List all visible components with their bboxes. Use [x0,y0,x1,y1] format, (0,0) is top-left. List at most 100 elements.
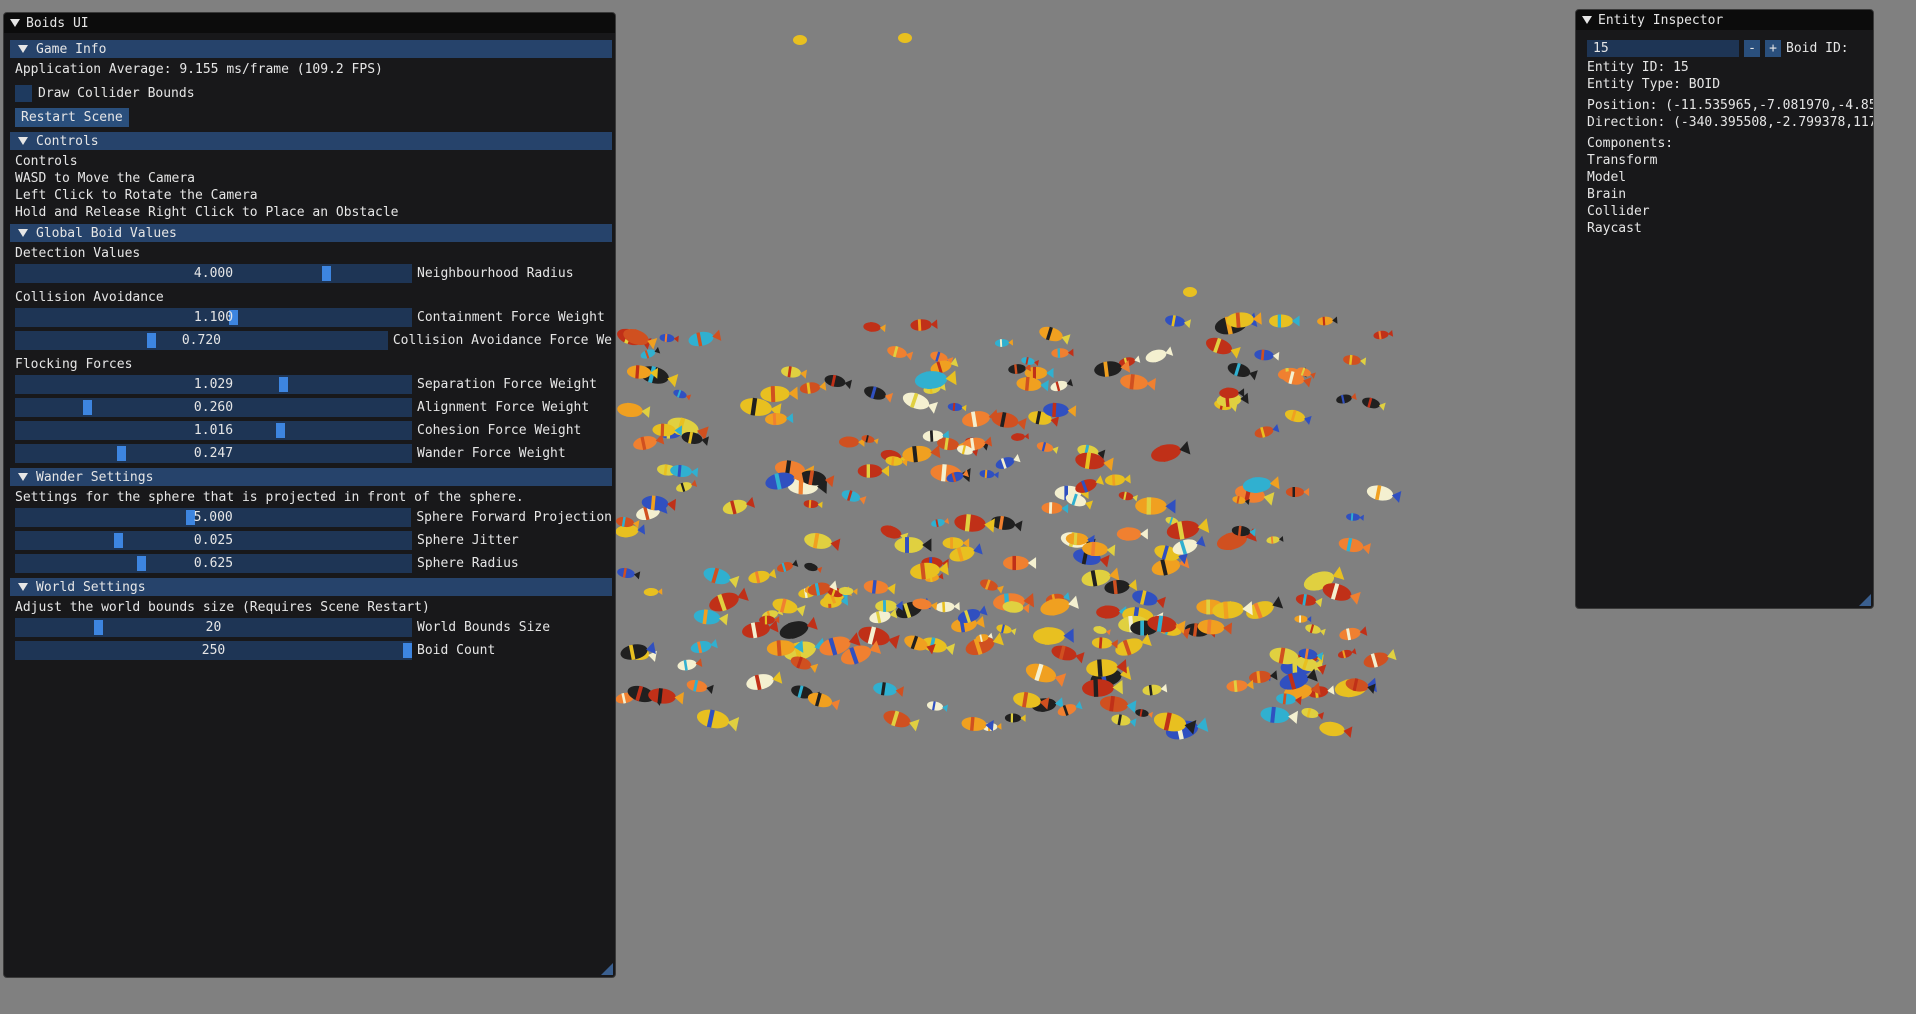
sphere-jitter-slider[interactable]: 0.025 [15,531,412,550]
sphere-forward-slider[interactable]: 5.000 [15,508,412,527]
boid-fish [898,33,912,43]
boid-fish [1305,624,1326,636]
slider-grab[interactable] [94,620,103,635]
sphere-radius-slider[interactable]: 0.625 [15,554,412,573]
boid-fish [777,559,799,572]
slider-grab[interactable] [83,400,92,415]
boid-fish [1339,626,1368,641]
collapse-arrow-icon[interactable] [10,19,20,27]
draw-collider-label: Draw Collider Bounds [38,85,195,101]
boid-fish [1111,714,1137,727]
cohesion-force-slider[interactable]: 1.016 [15,421,412,440]
collision-avoidance-row: 0.720 Collision Avoidance Force We [10,329,612,352]
boid-fish [954,514,995,533]
inspector-titlebar[interactable]: Entity Inspector [1576,10,1873,30]
component-item: Collider [1587,204,1650,219]
boid-fish [1242,476,1280,494]
slider-label: Sphere Jitter [417,533,519,548]
boid-fish [996,624,1017,636]
slider-grab[interactable] [403,643,412,658]
boid-fish [673,389,692,401]
slider-grab[interactable] [322,266,331,281]
slider-label: Cohesion Force Weight [417,423,582,438]
boid-fish [1338,537,1371,555]
boid-fish [1104,579,1138,595]
wander-force-slider[interactable]: 0.247 [15,444,412,463]
boid-fish [781,366,807,379]
boid-fish [1025,663,1067,687]
boid-fish [873,682,904,697]
slider-grab[interactable] [137,556,146,571]
boids-ui-titlebar[interactable]: Boids UI [4,13,615,33]
boid-fish [1343,354,1367,366]
world-settings-header[interactable]: World Settings [10,578,612,596]
slider-grab[interactable] [147,333,156,348]
boid-id-input[interactable]: 15 [1587,39,1739,57]
boid-fish [1135,497,1176,515]
boid-fish [1319,721,1353,738]
slider-grab[interactable] [117,446,126,461]
boid-fish [760,386,798,403]
world-bounds-slider[interactable]: 20 [15,618,412,637]
boid-fish [1099,695,1137,714]
alignment-row: 0.260 Alignment Force Weight [10,396,612,419]
resize-grip-icon[interactable] [601,963,613,975]
boid-fish [887,346,914,361]
slider-grab[interactable] [276,423,285,438]
boid-fish [1105,474,1131,486]
controls-line: Controls [15,154,78,169]
boid-fish [1227,362,1258,381]
component-item: Raycast [1587,221,1642,236]
decrement-button[interactable]: - [1744,39,1760,57]
game-info-header[interactable]: Game Info [10,40,612,58]
resize-grip-icon[interactable] [1859,594,1871,606]
slider-value: 0.260 [193,400,234,415]
slider-value: 0.720 [181,333,221,348]
boid-fish [1346,513,1364,521]
controls-header[interactable]: Controls [10,132,612,150]
boid-fish [857,464,890,478]
radius-row: 0.625 Sphere Radius [10,552,612,575]
boid-fish [1120,374,1156,391]
component-item: Model [1587,170,1627,185]
increment-button[interactable]: + [1765,39,1781,57]
collision-avoidance-slider[interactable]: 0.720 [15,331,388,350]
boid-fish [863,579,896,595]
entity-inspector-window[interactable]: Entity Inspector 15 - + Boid ID: Entity … [1575,9,1874,609]
boid-fish [677,658,703,671]
forward-row: 5.000 Sphere Forward Projection [10,506,612,529]
separation-force-slider[interactable]: 1.029 [15,375,412,394]
slider-grab[interactable] [279,377,288,392]
boid-fish [1269,314,1300,328]
alignment-force-slider[interactable]: 0.260 [15,398,412,417]
boid-fish [670,464,699,478]
restart-scene-button[interactable]: Restart Scene [15,108,129,127]
neighbourhood-radius-slider[interactable]: 4.000 [15,264,412,283]
boid-fish [803,499,823,509]
slider-grab[interactable] [114,533,123,548]
boid-fish [779,616,818,639]
entity-id-text: Entity ID: 15 [1587,60,1689,75]
component-item: Brain [1587,187,1627,202]
jitter-row: 0.025 Sphere Jitter [10,529,612,552]
window-title: Boids UI [26,15,89,31]
draw-collider-checkbox[interactable] [15,84,32,102]
boids-ui-window[interactable]: Boids UI Game Info Application Average: … [3,12,616,978]
collapse-arrow-icon[interactable] [1582,16,1592,24]
wander-settings-header[interactable]: Wander Settings [10,468,612,486]
entity-type-text: Entity Type: BOID [1587,77,1721,92]
containment-force-slider[interactable]: 1.100 [15,308,412,327]
global-boid-values-header[interactable]: Global Boid Values [10,224,612,242]
boid-fish [994,339,1014,347]
boid-fish [617,402,651,418]
boid-fish [910,319,938,331]
separation-row: 1.029 Separation Force Weight [10,373,612,396]
boid-fish [1116,527,1148,541]
boid-count-slider[interactable]: 250 [15,641,412,660]
boid-fish [1091,637,1118,649]
window-title: Entity Inspector [1598,12,1724,28]
flocking-forces-label: Flocking Forces [15,357,133,372]
boid-fish [804,532,841,552]
boid-fish [1317,316,1338,326]
controls-header-label: Controls [36,133,99,149]
